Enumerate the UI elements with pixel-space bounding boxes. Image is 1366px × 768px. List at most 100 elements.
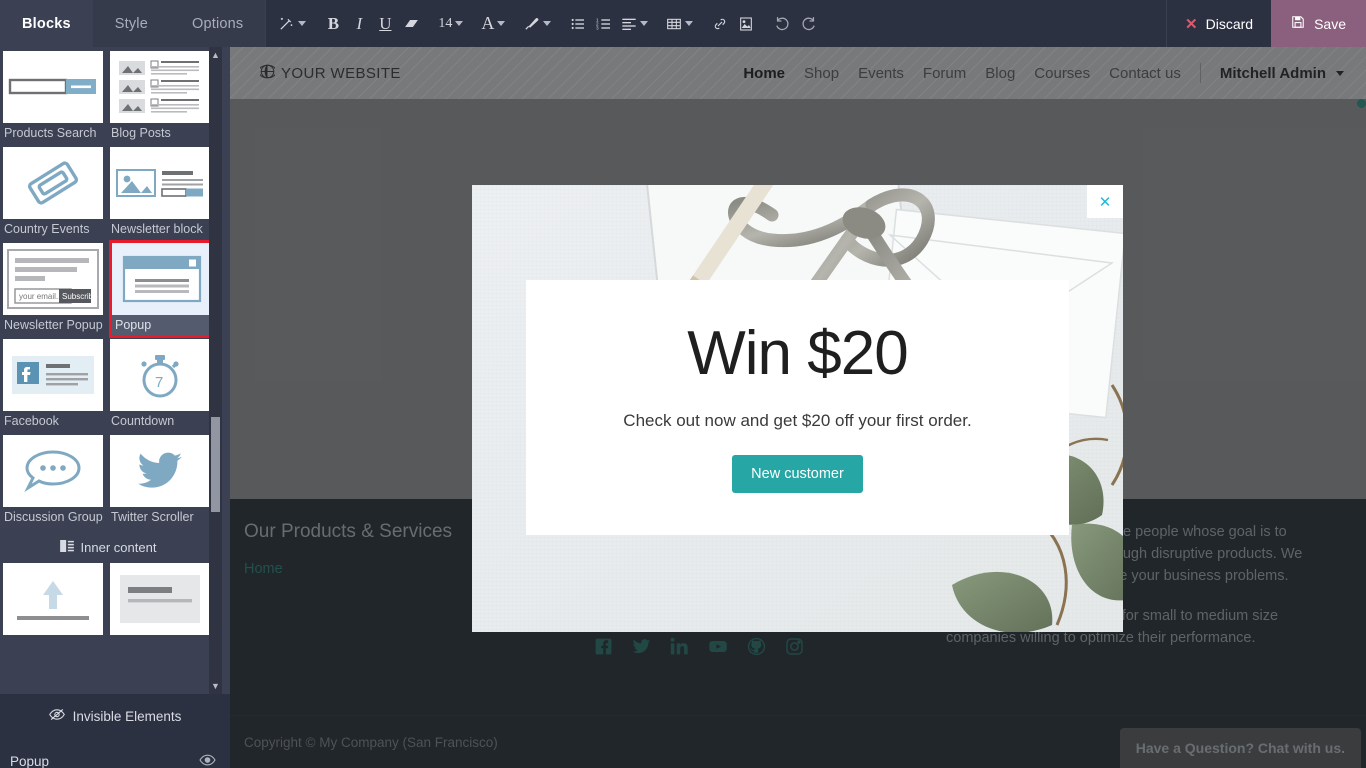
ticket-thumb [3, 147, 103, 219]
magic-wand-icon[interactable] [274, 9, 310, 39]
topbar-actions: ✕ Discard Save [1166, 0, 1366, 47]
floppy-disk-icon [1291, 15, 1305, 32]
new-customer-label: New customer [751, 465, 844, 482]
chevron-down-icon [543, 21, 552, 26]
undo-icon[interactable] [769, 9, 795, 39]
discard-button[interactable]: ✕ Discard [1166, 0, 1271, 47]
block-popup[interactable]: Popup [109, 240, 216, 338]
link-icon[interactable] [707, 9, 733, 39]
block-label: Countdown [111, 414, 175, 428]
upload-arrow-thumb [3, 563, 103, 635]
editor-tabs: Blocks Style Options [0, 0, 266, 47]
background-color-icon[interactable] [519, 9, 555, 39]
popup-close-button[interactable]: ✕ [1087, 185, 1123, 218]
block-label: Popup [112, 315, 216, 335]
block-newsletter-popup[interactable]: your email... Subscribe Newsletter Popup [3, 243, 107, 335]
blog-posts-thumb [110, 51, 210, 123]
chevron-down-icon [298, 21, 307, 26]
invisible-elements-label: Invisible Elements [72, 708, 182, 724]
popup-thumb [112, 243, 212, 315]
chevron-down-icon [497, 21, 506, 26]
block-countdown[interactable]: 7 Countdown [110, 339, 214, 431]
font-color-icon[interactable]: A [477, 9, 509, 39]
blocks-panel: Products Search Blog Posts Country Event… [0, 47, 230, 768]
invisible-elements-toggle[interactable]: Invisible Elements [0, 694, 230, 738]
block-country-events[interactable]: Country Events [3, 147, 107, 239]
facebook-thumb [3, 339, 103, 411]
save-button[interactable]: Save [1271, 0, 1366, 47]
block-label: Discussion Group [4, 510, 103, 524]
popup-title: Win $20 [687, 318, 908, 388]
chevron-down-icon [685, 21, 694, 26]
stopwatch-thumb: 7 [110, 339, 210, 411]
block-inner-1[interactable] [3, 563, 107, 635]
svg-text:Subscribe: Subscribe [62, 292, 98, 301]
close-icon: ✕ [1098, 193, 1112, 211]
new-customer-button[interactable]: New customer [732, 454, 863, 493]
redo-icon[interactable] [795, 9, 821, 39]
font-size-select[interactable]: 14 [434, 9, 467, 39]
newsletter-thumb [110, 147, 210, 219]
chevron-down-icon [455, 21, 464, 26]
block-inner-2[interactable] [110, 563, 214, 635]
image-icon[interactable] [733, 9, 759, 39]
align-icon[interactable] [617, 9, 652, 39]
italic-icon[interactable]: I [346, 9, 372, 39]
invisible-element-label: Popup [10, 754, 50, 768]
unordered-list-icon[interactable] [565, 9, 591, 39]
block-twitter-scroller[interactable]: Twitter Scroller [110, 435, 214, 527]
newsletter-popup-thumb: your email... Subscribe [3, 243, 103, 315]
block-label: Newsletter block [111, 222, 203, 236]
underline-icon[interactable]: U [372, 9, 398, 39]
scrollbar-thumb[interactable] [211, 417, 220, 512]
eraser-icon[interactable] [398, 9, 424, 39]
font-size-value: 14 [438, 15, 453, 31]
table-icon[interactable] [662, 9, 697, 39]
popup-modal: ✕ Win $20 Check out now and get $20 off … [472, 185, 1123, 632]
close-icon: ✕ [1185, 15, 1198, 33]
speech-bubble-thumb [3, 435, 103, 507]
invisible-element-popup-row[interactable]: Popup [0, 738, 230, 768]
svg-text:your email...: your email... [19, 292, 63, 301]
ordered-list-icon[interactable]: 123 [591, 9, 617, 39]
scroll-down-icon[interactable]: ▼ [211, 678, 220, 694]
inner-content-label: Inner content [80, 540, 157, 555]
popup-content-card: Win $20 Check out now and get $20 off yo… [526, 280, 1069, 535]
block-products-search[interactable]: Products Search [3, 51, 107, 143]
save-label: Save [1314, 15, 1346, 32]
block-facebook[interactable]: Facebook [3, 339, 107, 431]
blocks-grid: Products Search Blog Posts Country Event… [0, 51, 216, 639]
block-label: Blog Posts [111, 126, 171, 140]
discard-label: Discard [1205, 15, 1254, 32]
eye-slash-icon [48, 708, 65, 724]
block-label: Facebook [4, 414, 59, 428]
search-bar-thumb [3, 51, 103, 123]
inner-content-header: Inner content [0, 531, 216, 563]
popup-subtitle: Check out now and get $20 off your first… [623, 410, 972, 430]
eye-icon[interactable] [199, 754, 216, 768]
block-discussion-group[interactable]: Discussion Group [3, 435, 107, 527]
blocks-scrollbar[interactable]: ▲ ▼ [209, 47, 222, 694]
format-toolbar: B I U 14 A 123 [265, 0, 1166, 47]
block-blog-posts[interactable]: Blog Posts [110, 51, 214, 143]
text-block-thumb [110, 563, 210, 635]
block-label: Country Events [4, 222, 90, 236]
tab-blocks-label: Blocks [22, 15, 71, 32]
tab-blocks[interactable]: Blocks [0, 0, 93, 47]
scroll-up-icon[interactable]: ▲ [211, 47, 220, 63]
svg-text:7: 7 [155, 374, 163, 391]
tab-style-label: Style [114, 15, 148, 32]
tab-options[interactable]: Options [170, 0, 266, 47]
inner-content-section: Inner content [0, 531, 216, 563]
block-label: Products Search [4, 126, 97, 140]
block-newsletter-block[interactable]: Newsletter block [110, 147, 214, 239]
editor-topbar: Blocks Style Options B I U 14 A 1 2 3 ✕ … [0, 0, 1366, 47]
chevron-down-icon [640, 21, 649, 26]
inner-content-icon [59, 540, 74, 555]
tab-options-label: Options [192, 15, 244, 32]
block-label: Twitter Scroller [111, 510, 194, 524]
block-label: Newsletter Popup [4, 318, 103, 332]
tab-style[interactable]: Style [92, 0, 170, 47]
bold-icon[interactable]: B [320, 9, 346, 39]
svg-text:3: 3 [596, 25, 599, 30]
